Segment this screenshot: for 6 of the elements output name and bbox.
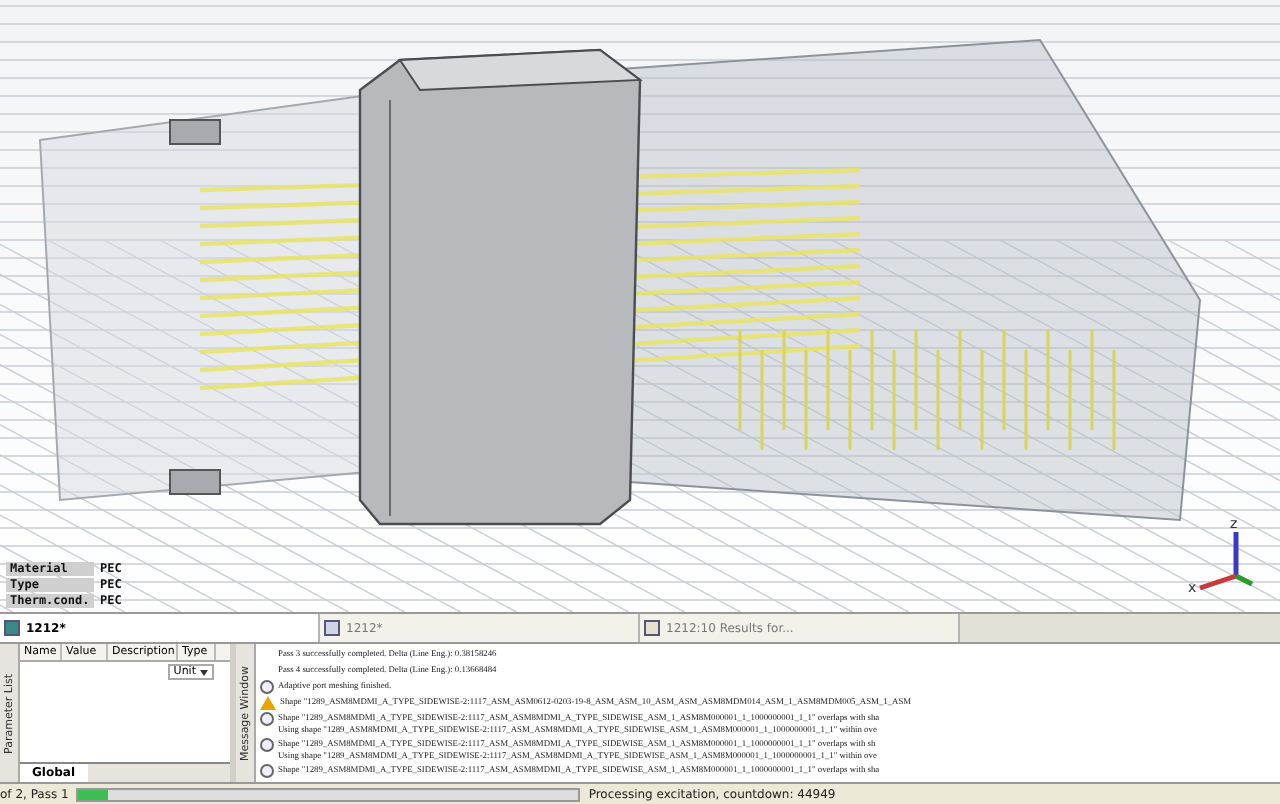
caret-icon: [200, 669, 208, 675]
results-document-icon: [644, 620, 660, 636]
info-icon: [260, 680, 274, 694]
axis-triad-drawing: [1199, 532, 1254, 591]
schematic-document-icon: [324, 620, 340, 636]
model-document-icon: [4, 620, 20, 636]
